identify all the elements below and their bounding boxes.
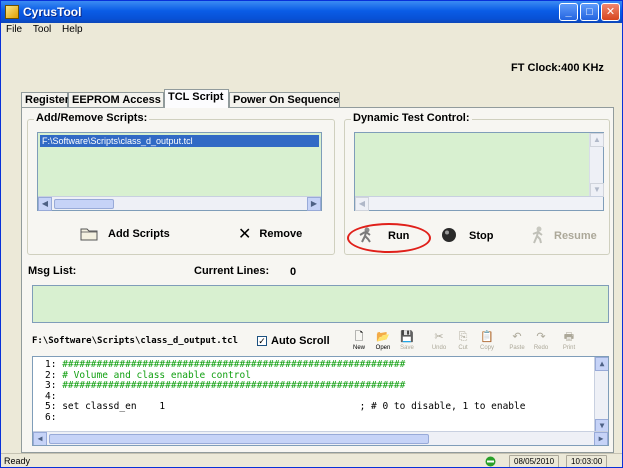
app-window: CyrusTool _ □ ✕ File Tool Help FT Clock:… — [0, 0, 623, 468]
ft-clock-label: FT Clock:400 KHz — [511, 62, 604, 74]
dynamic-test-control-label: Dynamic Test Control: — [351, 112, 472, 124]
stop-button[interactable]: Stop — [441, 223, 493, 249]
add-remove-scripts-label: Add/Remove Scripts: — [34, 112, 150, 124]
remove-button[interactable]: ✕ Remove — [238, 221, 302, 247]
undo-icon: ✂ — [434, 331, 444, 343]
window-title: CyrusTool — [23, 5, 82, 19]
status-text: Ready — [4, 456, 31, 466]
tab-eeprom-access[interactable]: EEPROM Access — [68, 92, 164, 108]
msg-list-label: Msg List: — [28, 265, 77, 277]
close-button[interactable]: ✕ — [601, 3, 620, 21]
scripts-hscrollbar[interactable]: ◀ ▶ — [38, 196, 321, 211]
undo-button[interactable]: ✂ Undo — [427, 330, 451, 356]
scroll-right-arrow[interactable]: ▶ — [307, 197, 321, 211]
minimize-button[interactable]: _ — [559, 3, 578, 21]
scroll-up-arrow[interactable]: ▲ — [590, 133, 604, 147]
stop-ball-icon — [441, 227, 457, 246]
menu-file[interactable]: File — [3, 23, 25, 37]
stop-label: Stop — [469, 230, 494, 242]
add-scripts-button[interactable]: Add Scripts — [80, 221, 170, 247]
current-lines-label: Current Lines: — [194, 265, 270, 277]
selected-script-item[interactable]: F:\Software\Scripts\class_d_output.tcl — [40, 135, 319, 147]
cut-button[interactable]: ⎘ Cut — [451, 330, 475, 356]
new-button[interactable]: 🗋 New — [347, 330, 371, 356]
connection-icon — [485, 456, 496, 467]
scroll-left-arrow[interactable]: ◀ — [38, 197, 52, 211]
scroll-right-arrow[interactable]: ▶ — [594, 432, 608, 445]
scroll-thumb[interactable] — [49, 434, 429, 444]
scroll-up-arrow[interactable]: ▲ — [595, 357, 608, 371]
add-scripts-label: Add Scripts — [108, 228, 170, 240]
status-time: 10:03:00 — [566, 455, 608, 467]
editor-vscrollbar[interactable]: ▲ ▼ — [594, 357, 608, 433]
editor-hscrollbar[interactable]: ◀ ▶ — [33, 431, 608, 445]
save-disk-icon: 💾 — [400, 331, 414, 343]
copy-button[interactable]: 📋 Copy — [475, 330, 499, 356]
print-button[interactable]: 🖶 Print — [557, 330, 581, 356]
status-bar: Ready 08/05/2010 10:03:00 — [1, 453, 622, 467]
paste-button[interactable]: ↶ Paste — [505, 330, 529, 356]
menu-help[interactable]: Help — [59, 23, 86, 37]
tab-power-on-sequence[interactable]: Power On Sequence — [229, 92, 340, 108]
scroll-left-arrow[interactable]: ◀ — [355, 197, 369, 211]
code-line: 6: — [45, 411, 57, 423]
code-line: 3: #####################################… — [45, 380, 406, 391]
resume-button[interactable]: Resume — [530, 223, 597, 249]
auto-scroll-label: Auto Scroll — [271, 335, 330, 347]
resume-label: Resume — [554, 230, 597, 242]
menu-tool[interactable]: Tool — [30, 23, 54, 37]
scroll-left-arrow[interactable]: ◀ — [33, 432, 47, 445]
folder-icon — [80, 225, 98, 244]
open-button[interactable]: 📂 Open — [371, 330, 395, 356]
cut-icon: ⎘ — [458, 331, 468, 343]
add-remove-scripts-group: Add/Remove Scripts: F:\Software\Scripts\… — [27, 112, 335, 255]
dynamic-output-box[interactable]: ▲ ▼ ◀ — [354, 132, 604, 211]
resume-figure-icon — [530, 226, 546, 247]
maximize-button[interactable]: □ — [580, 3, 599, 21]
title-bar[interactable]: CyrusTool _ □ ✕ — [1, 1, 622, 23]
remove-label: Remove — [259, 228, 303, 240]
current-lines-value: 0 — [290, 266, 297, 278]
x-remove-icon: ✕ — [238, 226, 252, 243]
tab-register[interactable]: Register — [21, 92, 69, 108]
tab-tcl-script[interactable]: TCL Script — [164, 89, 229, 108]
code-line: 5: set classd_en 1 ; # 0 to disable, 1 t… — [45, 401, 526, 412]
paste-icon: ↶ — [512, 331, 522, 343]
menu-bar: File Tool Help — [1, 23, 622, 37]
scripts-listbox[interactable]: F:\Software\Scripts\class_d_output.tcl ◀… — [37, 132, 322, 211]
print-icon: 🖶 — [563, 331, 575, 343]
dynamic-hscrollbar[interactable]: ◀ — [355, 196, 603, 211]
redo-button[interactable]: ↷ Redo — [529, 330, 553, 356]
auto-scroll-checkbox[interactable]: ✓ — [257, 336, 267, 346]
run-highlight-annotation — [347, 223, 431, 253]
status-date: 08/05/2010 — [509, 455, 560, 467]
script-editor[interactable]: 1: #####################################… — [32, 356, 609, 446]
dynamic-vscrollbar[interactable]: ▲ ▼ — [589, 133, 604, 197]
app-icon — [5, 5, 19, 19]
copy-icon: 📋 — [480, 331, 494, 343]
new-document-icon: 🗋 — [354, 331, 364, 343]
redo-icon: ↷ — [536, 331, 546, 343]
msg-list-box[interactable] — [32, 285, 609, 323]
open-folder-icon: 📂 — [376, 331, 390, 343]
scroll-thumb[interactable] — [54, 199, 114, 209]
save-button[interactable]: 💾 Save — [395, 330, 419, 356]
script-path-label: F:\Software\Scripts\class_d_output.tcl — [32, 336, 238, 346]
scroll-down-arrow[interactable]: ▼ — [590, 183, 604, 197]
